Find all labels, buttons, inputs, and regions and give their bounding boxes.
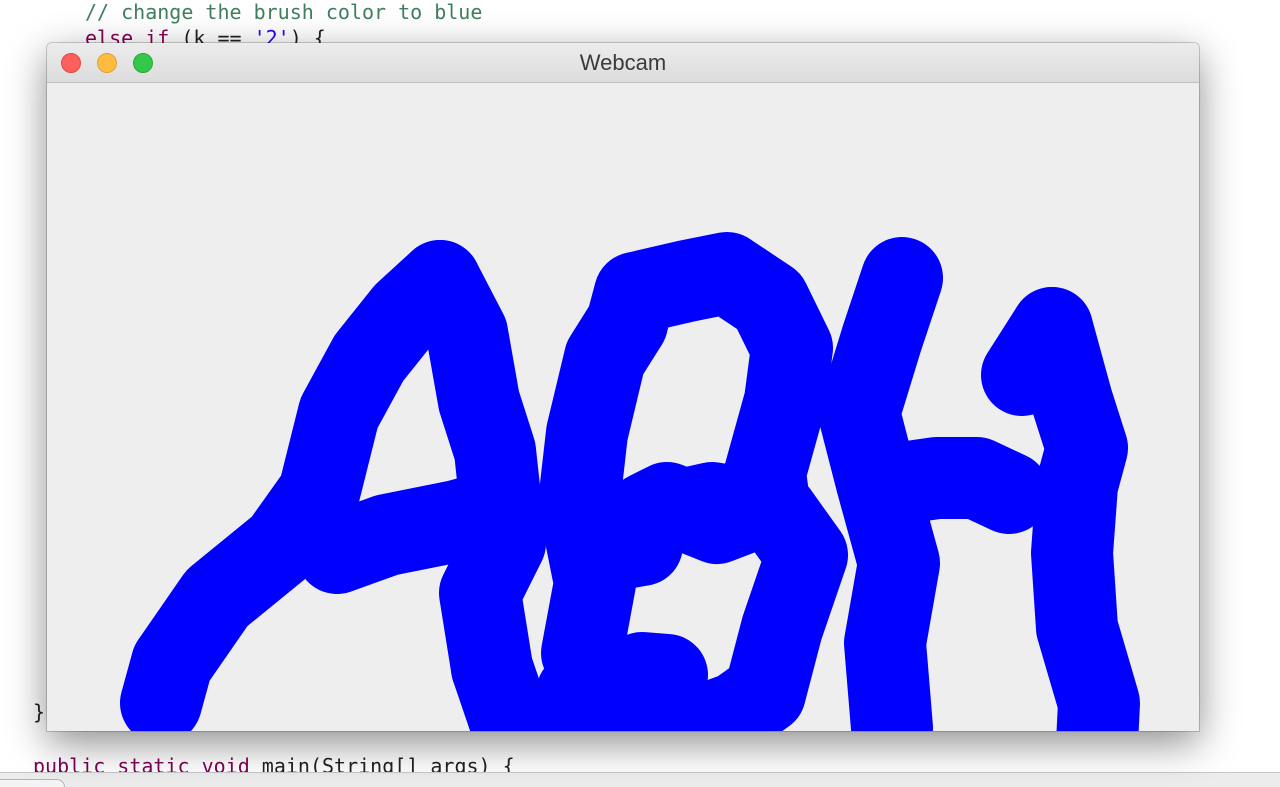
webcam-canvas[interactable] <box>47 83 1199 731</box>
window-titlebar[interactable]: Webcam <box>47 43 1199 83</box>
letter-a-right-foot <box>451 627 550 731</box>
code-line-comment: // change the brush color to blue <box>85 0 482 24</box>
minimize-window-button[interactable] <box>97 53 117 73</box>
letter-b-notch <box>601 632 708 716</box>
close-window-button[interactable] <box>61 53 81 73</box>
zoom-window-button[interactable] <box>133 53 153 73</box>
brush-drawing <box>120 232 1140 731</box>
letter-a-crossbar <box>296 467 546 594</box>
letter-b-inner-connector <box>554 504 683 594</box>
window-title: Webcam <box>579 50 667 75</box>
letter-h-crossbar <box>861 437 1050 534</box>
editor-status-bar <box>0 772 1280 787</box>
editor-bottom-tab[interactable] <box>0 779 65 787</box>
webcam-window[interactable]: Webcam <box>47 43 1199 731</box>
code-line-close-brace: } <box>33 700 45 724</box>
code-token: // change the brush color to blue <box>85 0 483 24</box>
code-token: } <box>33 700 46 724</box>
letter-h-right-top <box>981 287 1093 416</box>
